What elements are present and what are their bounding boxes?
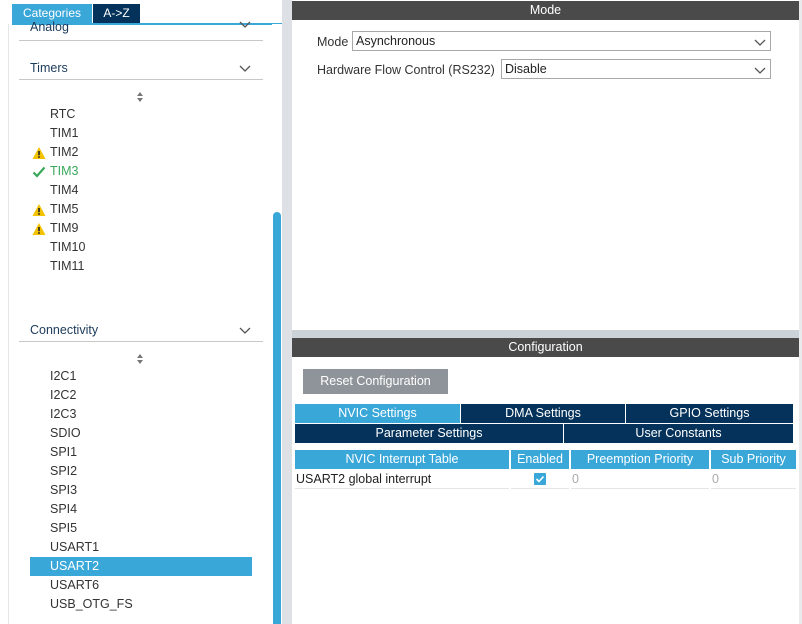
sidebar-item-tim4[interactable]: TIM4 xyxy=(30,181,252,200)
sidebar-item-tim2[interactable]: TIM2 xyxy=(30,143,252,162)
sidebar-item-label: TIM2 xyxy=(50,145,79,159)
sidebar-item-spi5[interactable]: SPI5 xyxy=(30,519,252,538)
enabled-checkbox[interactable] xyxy=(534,473,546,485)
interrupt-name-cell: USART2 global interrupt xyxy=(295,470,509,489)
sidebar-item-label: TIM3 xyxy=(50,164,79,178)
preemption-priority-cell[interactable]: 0 xyxy=(571,470,709,489)
sidebar-item-spi4[interactable]: SPI4 xyxy=(30,500,252,519)
sidebar-item-label: SPI1 xyxy=(50,445,78,459)
chevron-down-icon[interactable] xyxy=(239,62,251,76)
tab-dma-settings[interactable]: DMA Settings xyxy=(461,404,625,423)
mode-header: Mode xyxy=(292,1,799,20)
sidebar-item-tim10[interactable]: TIM10 xyxy=(30,238,252,257)
sidebar-item-i2c1[interactable]: I2C1 xyxy=(30,367,252,386)
sidebar-item-label: TIM10 xyxy=(50,240,86,254)
sidebar-item-tim11[interactable]: TIM11 xyxy=(30,257,252,276)
sidebar-item-label: USART1 xyxy=(50,540,100,554)
panel-separator[interactable] xyxy=(292,330,802,338)
sort-icon[interactable] xyxy=(134,353,146,365)
sidebar-item-tim9[interactable]: TIM9 xyxy=(30,219,252,238)
tab-parameter-settings[interactable]: Parameter Settings xyxy=(295,424,563,443)
section-connectivity[interactable]: Connectivity xyxy=(19,319,263,342)
sidebar-item-label: TIM4 xyxy=(50,183,79,197)
sidebar-item-label: I2C1 xyxy=(50,369,77,383)
reset-configuration-button[interactable]: Reset Configuration xyxy=(303,369,448,394)
sidebar-item-label: TIM9 xyxy=(50,221,79,235)
sidebar-item-usart1[interactable]: USART1 xyxy=(30,538,252,557)
chevron-down-icon[interactable] xyxy=(239,18,251,32)
section-connectivity-label: Connectivity xyxy=(30,323,99,337)
mode-select-value: Asynchronous xyxy=(356,34,436,48)
categories-panel: Categories A->Z Analog Timers RTC TIM1 TIM… xyxy=(0,0,285,624)
sidebar-item-label: SPI3 xyxy=(50,483,78,497)
sidebar-item-tim5[interactable]: TIM5 xyxy=(30,200,252,219)
sidebar-item-sdio[interactable]: SDIO xyxy=(30,424,252,443)
warning-icon xyxy=(32,222,46,236)
chevron-down-icon[interactable] xyxy=(239,324,251,338)
col-header-sub-priority[interactable]: Sub Priority xyxy=(711,450,796,469)
warning-icon xyxy=(32,203,46,217)
chevron-down-icon xyxy=(754,64,766,74)
sidebar-item-usart6[interactable]: USART6 xyxy=(30,576,252,595)
sidebar-item-label: SPI5 xyxy=(50,521,78,535)
tab-nvic-settings[interactable]: NVIC Settings xyxy=(295,404,460,423)
panel-divider[interactable] xyxy=(282,0,292,624)
col-header-enabled[interactable]: Enabled xyxy=(511,450,569,469)
sidebar-item-i2c2[interactable]: I2C2 xyxy=(30,386,252,405)
sidebar-item-label: SPI4 xyxy=(50,502,78,516)
sidebar-item-label: USART6 xyxy=(50,578,100,592)
sidebar-item-spi3[interactable]: SPI3 xyxy=(30,481,252,500)
sidebar-item-usart2[interactable]: USART2 xyxy=(30,557,252,576)
tab-user-constants[interactable]: User Constants xyxy=(564,424,793,443)
tab-gpio-settings[interactable]: GPIO Settings xyxy=(626,404,793,423)
configuration-header: Configuration xyxy=(292,338,799,357)
sidebar-item-label: USB_OTG_FS xyxy=(50,597,133,611)
sidebar-item-spi2[interactable]: SPI2 xyxy=(30,462,252,481)
flow-control-value: Disable xyxy=(505,62,547,76)
scrollbar-thumb[interactable] xyxy=(273,212,281,624)
col-header-preemption-priority[interactable]: Preemption Priority xyxy=(571,450,709,469)
section-timers[interactable]: Timers xyxy=(19,57,263,80)
warning-icon xyxy=(32,146,46,160)
chevron-down-icon xyxy=(754,36,766,46)
flow-control-select[interactable]: Disable xyxy=(501,59,771,79)
sidebar-item-tim1[interactable]: TIM1 xyxy=(30,124,252,143)
sort-icon[interactable] xyxy=(134,91,146,103)
sidebar-item-label: I2C3 xyxy=(50,407,77,421)
sidebar-item-i2c3[interactable]: I2C3 xyxy=(30,405,252,424)
sidebar-item-label: USART2 xyxy=(50,559,100,573)
sidebar-item-label: TIM11 xyxy=(50,259,85,273)
panel-border xyxy=(8,24,9,624)
sidebar-item-label: I2C2 xyxy=(50,388,77,402)
sidebar-item-usb-otg-fs[interactable]: USB_OTG_FS xyxy=(30,595,252,614)
sidebar-item-tim3[interactable]: TIM3 xyxy=(30,162,252,181)
sidebar-item-label: RTC xyxy=(50,107,76,121)
check-icon xyxy=(32,165,46,179)
sidebar-item-label: TIM1 xyxy=(50,126,79,140)
sidebar-item-spi1[interactable]: SPI1 xyxy=(30,443,252,462)
section-analog[interactable]: Analog xyxy=(19,18,263,41)
sidebar-item-rtc[interactable]: RTC xyxy=(30,105,252,124)
sidebar-item-label: TIM5 xyxy=(50,202,79,216)
sidebar-item-label: SPI2 xyxy=(50,464,78,478)
mode-label: Mode xyxy=(317,35,349,49)
sidebar-item-label: SDIO xyxy=(50,426,81,440)
flow-control-label: Hardware Flow Control (RS232) xyxy=(317,63,495,77)
section-analog-label: Analog xyxy=(30,20,69,34)
col-header-nvic-interrupt-table[interactable]: NVIC Interrupt Table xyxy=(295,450,509,469)
mode-select[interactable]: Asynchronous xyxy=(352,31,771,51)
sub-priority-cell[interactable]: 0 xyxy=(711,470,796,489)
section-timers-label: Timers xyxy=(30,61,68,75)
